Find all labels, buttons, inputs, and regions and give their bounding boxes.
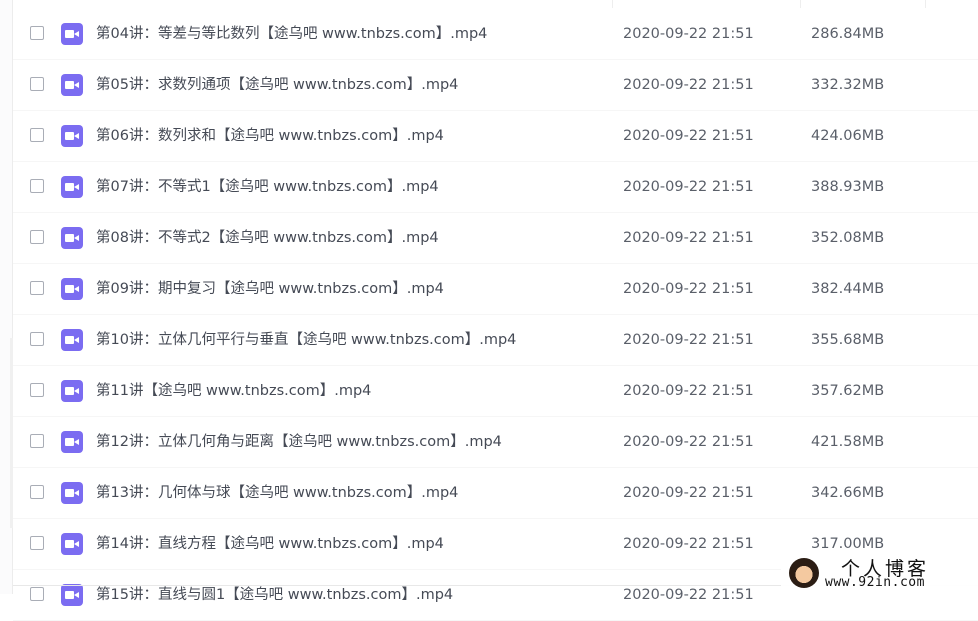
row-checkbox[interactable] <box>30 536 44 550</box>
file-modified-date: 2020-09-22 21:51 <box>623 77 754 93</box>
file-row[interactable]: 第13讲：几何体与球【途乌吧 www.tnbzs.com】.mp4 2020-0… <box>13 468 978 519</box>
file-name[interactable]: 第04讲：等差与等比数列【途乌吧 www.tnbzs.com】.mp4 <box>96 25 487 43</box>
row-checkbox[interactable] <box>30 128 44 142</box>
file-name[interactable]: 第13讲：几何体与球【途乌吧 www.tnbzs.com】.mp4 <box>96 484 458 502</box>
file-name[interactable]: 第06讲：数列求和【途乌吧 www.tnbzs.com】.mp4 <box>96 127 444 145</box>
row-checkbox[interactable] <box>30 77 44 91</box>
file-row[interactable]: 第11讲【途乌吧 www.tnbzs.com】.mp4 2020-09-22 2… <box>13 366 978 417</box>
file-size: 317.00MB <box>811 536 885 552</box>
file-modified-date: 2020-09-22 21:51 <box>623 587 754 603</box>
row-checkbox[interactable] <box>30 281 44 295</box>
row-checkbox[interactable] <box>30 434 44 448</box>
file-name[interactable]: 第11讲【途乌吧 www.tnbzs.com】.mp4 <box>96 382 371 400</box>
file-size: 286.84MB <box>811 26 885 42</box>
file-row[interactable]: 第04讲：等差与等比数列【途乌吧 www.tnbzs.com】.mp4 2020… <box>13 9 978 60</box>
file-modified-date: 2020-09-22 21:51 <box>623 434 754 450</box>
video-file-icon <box>61 380 83 402</box>
file-name[interactable]: 第15讲：直线与圆1【途乌吧 www.tnbzs.com】.mp4 <box>96 586 453 604</box>
file-name[interactable]: 第07讲：不等式1【途乌吧 www.tnbzs.com】.mp4 <box>96 178 439 196</box>
avatar-icon <box>789 558 819 588</box>
row-checkbox[interactable] <box>30 587 44 601</box>
file-name[interactable]: 第08讲：不等式2【途乌吧 www.tnbzs.com】.mp4 <box>96 229 439 247</box>
video-file-icon <box>61 125 83 147</box>
file-row[interactable]: 第10讲：立体几何平行与垂直【途乌吧 www.tnbzs.com】.mp4 20… <box>13 315 978 366</box>
file-size: 382.44MB <box>811 281 885 297</box>
video-file-icon <box>61 227 83 249</box>
row-checkbox[interactable] <box>30 383 44 397</box>
file-size: 342.66MB <box>811 485 885 501</box>
file-size: 357.62MB <box>811 383 885 399</box>
file-name[interactable]: 第09讲：期中复习【途乌吧 www.tnbzs.com】.mp4 <box>96 280 444 298</box>
file-modified-date: 2020-09-22 21:51 <box>623 128 754 144</box>
file-row[interactable]: 第05讲：求数列通项【途乌吧 www.tnbzs.com】.mp4 2020-0… <box>13 60 978 111</box>
video-file-icon <box>61 482 83 504</box>
row-checkbox[interactable] <box>30 26 44 40</box>
file-name[interactable]: 第12讲：立体几何角与距离【途乌吧 www.tnbzs.com】.mp4 <box>96 433 502 451</box>
file-modified-date: 2020-09-22 21:51 <box>623 536 754 552</box>
file-name[interactable]: 第14讲：直线方程【途乌吧 www.tnbzs.com】.mp4 <box>96 535 444 553</box>
file-modified-date: 2020-09-22 21:51 <box>623 383 754 399</box>
file-row[interactable]: 第06讲：数列求和【途乌吧 www.tnbzs.com】.mp4 2020-09… <box>13 111 978 162</box>
column-divider <box>800 0 801 8</box>
video-file-icon <box>61 23 83 45</box>
video-file-icon <box>61 584 83 606</box>
video-file-icon <box>61 533 83 555</box>
video-file-icon <box>61 431 83 453</box>
file-row[interactable]: 第09讲：期中复习【途乌吧 www.tnbzs.com】.mp4 2020-09… <box>13 264 978 315</box>
file-modified-date: 2020-09-22 21:51 <box>623 230 754 246</box>
video-file-icon <box>61 74 83 96</box>
row-checkbox[interactable] <box>30 230 44 244</box>
file-size: 332.32MB <box>811 77 885 93</box>
row-checkbox[interactable] <box>30 332 44 346</box>
file-name[interactable]: 第10讲：立体几何平行与垂直【途乌吧 www.tnbzs.com】.mp4 <box>96 331 516 349</box>
video-file-icon <box>61 176 83 198</box>
file-list: 第04讲：等差与等比数列【途乌吧 www.tnbzs.com】.mp4 2020… <box>13 9 978 621</box>
row-checkbox[interactable] <box>30 179 44 193</box>
file-modified-date: 2020-09-22 21:51 <box>623 332 754 348</box>
file-size: 424.06MB <box>811 128 885 144</box>
file-size: 421.58MB <box>811 434 885 450</box>
file-row[interactable]: 第12讲：立体几何角与距离【途乌吧 www.tnbzs.com】.mp4 202… <box>13 417 978 468</box>
watermark-url: www.92in.com <box>825 575 925 590</box>
file-name[interactable]: 第05讲：求数列通项【途乌吧 www.tnbzs.com】.mp4 <box>96 76 458 94</box>
column-divider <box>612 0 613 8</box>
file-modified-date: 2020-09-22 21:51 <box>623 26 754 42</box>
file-modified-date: 2020-09-22 21:51 <box>623 485 754 501</box>
file-modified-date: 2020-09-22 21:51 <box>623 281 754 297</box>
row-checkbox[interactable] <box>30 485 44 499</box>
file-modified-date: 2020-09-22 21:51 <box>623 179 754 195</box>
file-row[interactable]: 第07讲：不等式1【途乌吧 www.tnbzs.com】.mp4 2020-09… <box>13 162 978 213</box>
column-divider <box>925 0 926 8</box>
file-size: 355.68MB <box>811 332 885 348</box>
file-row[interactable]: 第08讲：不等式2【途乌吧 www.tnbzs.com】.mp4 2020-09… <box>13 213 978 264</box>
blog-watermark: 个人博客 www.92in.com <box>781 554 978 594</box>
file-size: 352.08MB <box>811 230 885 246</box>
video-file-icon <box>61 278 83 300</box>
file-size: 388.93MB <box>811 179 885 195</box>
video-file-icon <box>61 329 83 351</box>
